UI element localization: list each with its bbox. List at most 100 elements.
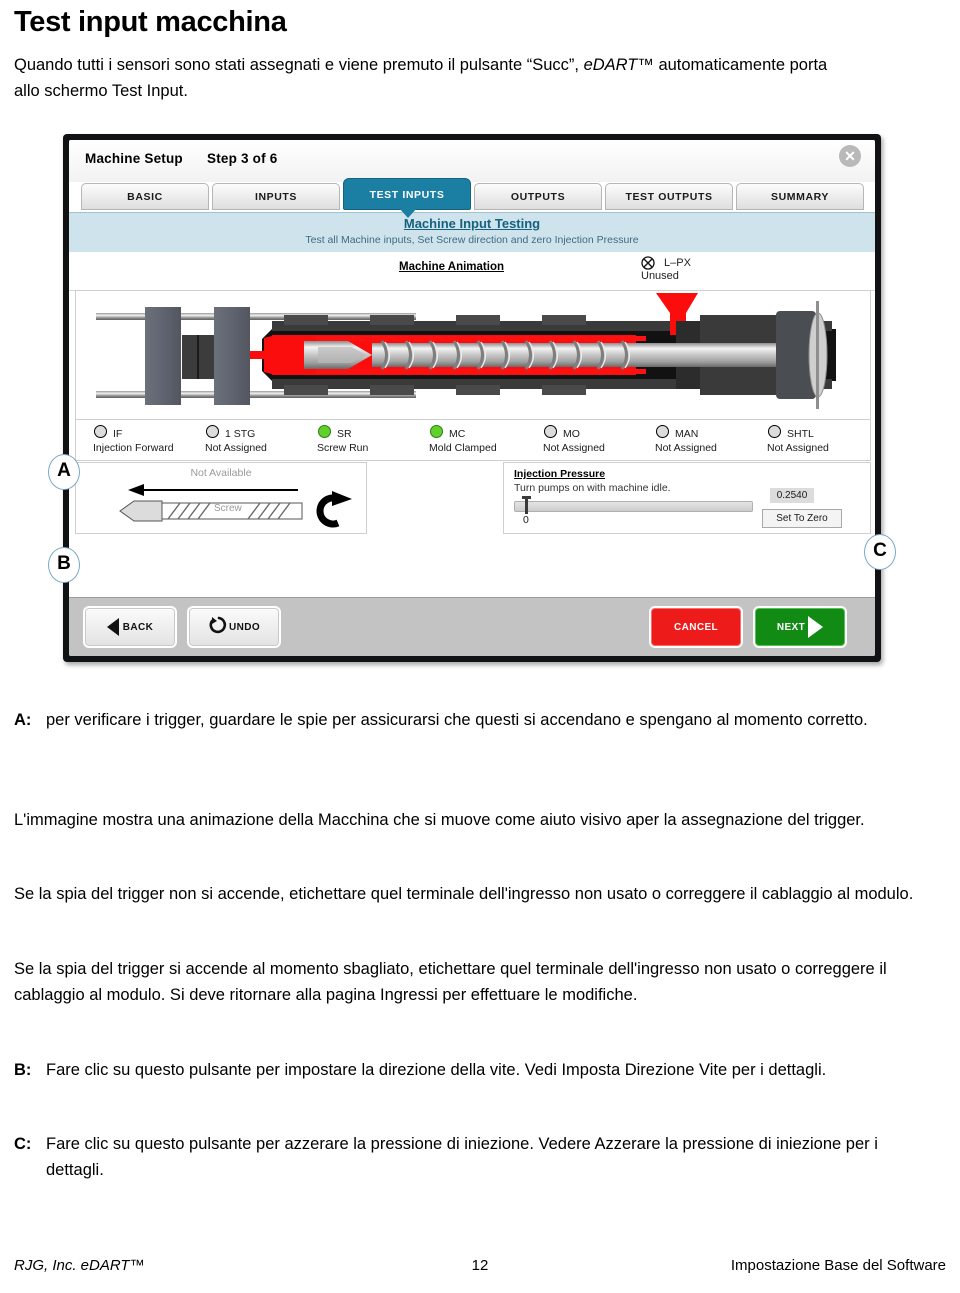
- back-button[interactable]: BACK: [83, 606, 177, 648]
- led-indicator-mo: [544, 425, 557, 438]
- led-desc-shtl: Not Assigned: [767, 442, 829, 454]
- led-sr[interactable]: SR Screw Run: [317, 425, 369, 454]
- led-indicator-sr: [318, 425, 331, 438]
- cancel-button-label: CANCEL: [673, 621, 719, 633]
- injection-pressure-value: 0.2540: [770, 488, 814, 503]
- led-abbr-1stg: 1 STG: [225, 428, 256, 440]
- note-b: B: Fare clic su questo pulsante per impo…: [14, 1058, 934, 1084]
- trigger-led-row: IF Injection Forward 1 STG Not Assigned …: [75, 419, 871, 461]
- tab-inputs[interactable]: INPUTS: [212, 183, 340, 210]
- page-title: Test input macchina: [14, 6, 287, 38]
- callout-marker-a: A: [48, 454, 80, 490]
- tab-test-outputs[interactable]: TEST OUTPUTS: [605, 183, 733, 210]
- injection-pressure-slider[interactable]: [514, 496, 753, 514]
- injection-machine-diagram: [96, 293, 836, 409]
- window-titlebar: Machine Setup Step 3 of 6 ✕: [69, 140, 875, 182]
- note-a: A: per verificare i trigger, guardare le…: [14, 708, 914, 734]
- screw-direction-panel[interactable]: Not Available Screw: [75, 462, 367, 534]
- led-abbr-mc: MC: [449, 428, 466, 440]
- note-paragraph-2: Se la spia del trigger non si accende, e…: [14, 882, 934, 908]
- machine-animation-canvas: [75, 290, 871, 420]
- led-desc-if: Injection Forward: [93, 442, 174, 454]
- led-abbr-if: IF: [113, 428, 123, 440]
- circle-x-icon: [641, 256, 655, 270]
- note-paragraph-3: Se la spia del trigger si accende al mom…: [14, 957, 934, 1008]
- led-desc-mo: Not Assigned: [543, 442, 605, 454]
- page-footer: RJG, Inc. eDART™ 12 Impostazione Base de…: [14, 1257, 946, 1279]
- tab-strip: BASIC INPUTS TEST INPUTS OUTPUTS TEST OU…: [69, 178, 875, 218]
- instruction-panel: Machine Input Testing Test all Machine i…: [69, 212, 875, 253]
- slider-min-label: 0: [523, 514, 529, 526]
- slider-knob[interactable]: [522, 496, 531, 514]
- instruction-subheading: Test all Machine inputs, Set Screw direc…: [305, 234, 639, 246]
- injection-pressure-heading: Injection Pressure: [514, 468, 606, 480]
- led-desc-sr: Screw Run: [317, 442, 369, 454]
- window-button-bar: BACK UNDO CANCEL NEXT: [69, 597, 875, 656]
- injection-pressure-subheading: Turn pumps on with machine idle.: [514, 482, 671, 494]
- note-a-label: A:: [14, 711, 32, 729]
- edart-window: Machine Setup Step 3 of 6 ✕ BASIC INPUTS…: [63, 134, 881, 662]
- note-paragraph-3-text: Se la spia del trigger si accende al mom…: [14, 960, 887, 1004]
- note-c-label: C:: [14, 1135, 32, 1153]
- led-abbr-shtl: SHTL: [787, 428, 814, 440]
- machine-animation-label: Machine Animation: [399, 261, 504, 273]
- screw-direction-status: Not Available: [190, 467, 252, 479]
- undo-button[interactable]: UNDO: [187, 606, 281, 648]
- note-paragraph-2-text: Se la spia del trigger non si accende, e…: [14, 885, 914, 903]
- triangle-right-icon: [808, 616, 824, 638]
- next-button[interactable]: NEXT: [753, 606, 847, 648]
- led-abbr-man: MAN: [675, 428, 699, 440]
- note-paragraph-1-text: L'immagine mostra una animazione della M…: [14, 811, 865, 829]
- intro-text-before: Quando tutti i sensori sono stati assegn…: [14, 56, 584, 74]
- led-indicator-man: [656, 425, 669, 438]
- led-desc-mc: Mold Clamped: [429, 442, 497, 454]
- note-b-label: B:: [14, 1061, 32, 1079]
- intro-text-italic: eDART™: [583, 56, 654, 74]
- led-desc-man: Not Assigned: [655, 442, 717, 454]
- note-paragraph-1: L'immagine mostra una animazione della M…: [14, 808, 914, 834]
- intro-paragraph: Quando tutti i sensori sono stati assegn…: [14, 52, 844, 104]
- injection-pressure-panel: Injection Pressure Turn pumps on with ma…: [503, 462, 871, 534]
- led-indicator-shtl: [768, 425, 781, 438]
- callout-marker-b: B: [48, 547, 80, 583]
- led-if[interactable]: IF Injection Forward: [93, 425, 174, 454]
- cancel-button[interactable]: CANCEL: [649, 606, 743, 648]
- screw-label: Screw: [214, 503, 242, 514]
- led-shtl[interactable]: SHTL Not Assigned: [767, 425, 829, 454]
- led-abbr-mo: MO: [563, 428, 580, 440]
- close-icon[interactable]: ✕: [839, 145, 861, 167]
- animation-header: Machine Animation L–PX Unused: [69, 252, 875, 291]
- tab-summary[interactable]: SUMMARY: [736, 183, 864, 210]
- led-mc[interactable]: MC Mold Clamped: [429, 425, 497, 454]
- triangle-left-icon: [106, 618, 119, 636]
- led-man[interactable]: MAN Not Assigned: [655, 425, 717, 454]
- undo-button-label: UNDO: [228, 621, 261, 633]
- led-1stg[interactable]: 1 STG Not Assigned: [205, 425, 267, 454]
- next-button-label: NEXT: [776, 621, 806, 633]
- led-mo[interactable]: MO Not Assigned: [543, 425, 605, 454]
- step-indicator: Step 3 of 6: [207, 151, 278, 166]
- lpx-status-group: L–PX Unused: [641, 256, 691, 282]
- led-indicator-mc: [430, 425, 443, 438]
- window-body: Machine Setup Step 3 of 6 ✕ BASIC INPUTS…: [69, 140, 875, 656]
- set-to-zero-button[interactable]: Set To Zero: [762, 509, 842, 528]
- note-c: C: Fare clic su questo pulsante per azze…: [14, 1132, 934, 1183]
- tab-test-inputs[interactable]: TEST INPUTS: [343, 178, 471, 218]
- note-b-text: Fare clic su questo pulsante per imposta…: [46, 1061, 827, 1079]
- tab-basic[interactable]: BASIC: [81, 183, 209, 210]
- lpx-status: Unused: [641, 270, 679, 282]
- back-button-label: BACK: [122, 621, 154, 633]
- note-c-text: Fare clic su questo pulsante per azzerar…: [46, 1135, 878, 1179]
- callout-marker-c: C: [864, 534, 896, 570]
- footer-right: Impostazione Base del Software: [730, 1257, 946, 1274]
- undo-arrow-icon: [208, 616, 227, 639]
- lpx-label: L–PX: [664, 257, 691, 269]
- tab-outputs[interactable]: OUTPUTS: [474, 183, 602, 210]
- led-indicator-if: [94, 425, 107, 438]
- led-desc-1stg: Not Assigned: [205, 442, 267, 454]
- screenshot-figure: Machine Setup Step 3 of 6 ✕ BASIC INPUTS…: [48, 134, 896, 669]
- led-indicator-1stg: [206, 425, 219, 438]
- window-title: Machine Setup: [85, 151, 183, 166]
- note-a-text: per verificare i trigger, guardare le sp…: [46, 711, 868, 729]
- led-abbr-sr: SR: [337, 428, 352, 440]
